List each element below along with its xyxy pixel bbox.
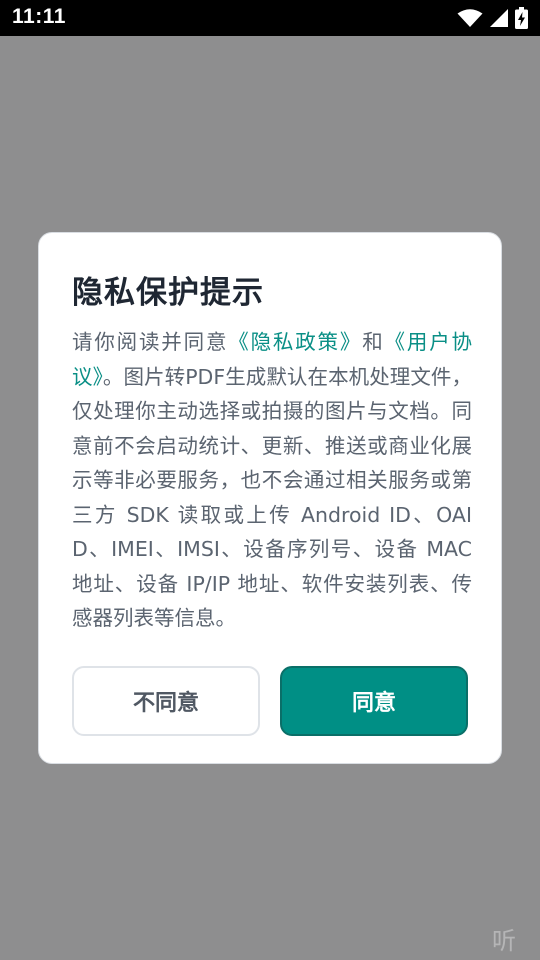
wifi-icon xyxy=(457,9,483,27)
status-icons xyxy=(457,6,528,30)
body-intro: 请你阅读并同意 xyxy=(72,330,229,354)
status-bar: 11:11 xyxy=(0,0,540,36)
decline-button[interactable]: 不同意 xyxy=(72,666,260,736)
agree-button[interactable]: 同意 xyxy=(280,666,468,736)
body-and: 和 xyxy=(362,330,385,354)
status-time: 11:11 xyxy=(12,5,66,28)
battery-charging-icon xyxy=(515,7,528,29)
dialog-title: 隐私保护提示 xyxy=(72,275,264,311)
privacy-policy-link[interactable]: 《隐私政策》 xyxy=(228,330,362,354)
privacy-dialog: 隐私保护提示 请你阅读并同意《隐私政策》和《用户协议》。图片转PDF生成默认在本… xyxy=(38,232,502,764)
dialog-body: 请你阅读并同意《隐私政策》和《用户协议》。图片转PDF生成默认在本机处理文件，仅… xyxy=(72,325,472,636)
body-details: 。图片转PDF生成默认在本机处理文件，仅处理你主动选择或拍摄的图片与文档。同意前… xyxy=(72,364,472,631)
watermark-logo: 听 xyxy=(492,927,516,955)
cellular-signal-icon xyxy=(490,9,508,27)
